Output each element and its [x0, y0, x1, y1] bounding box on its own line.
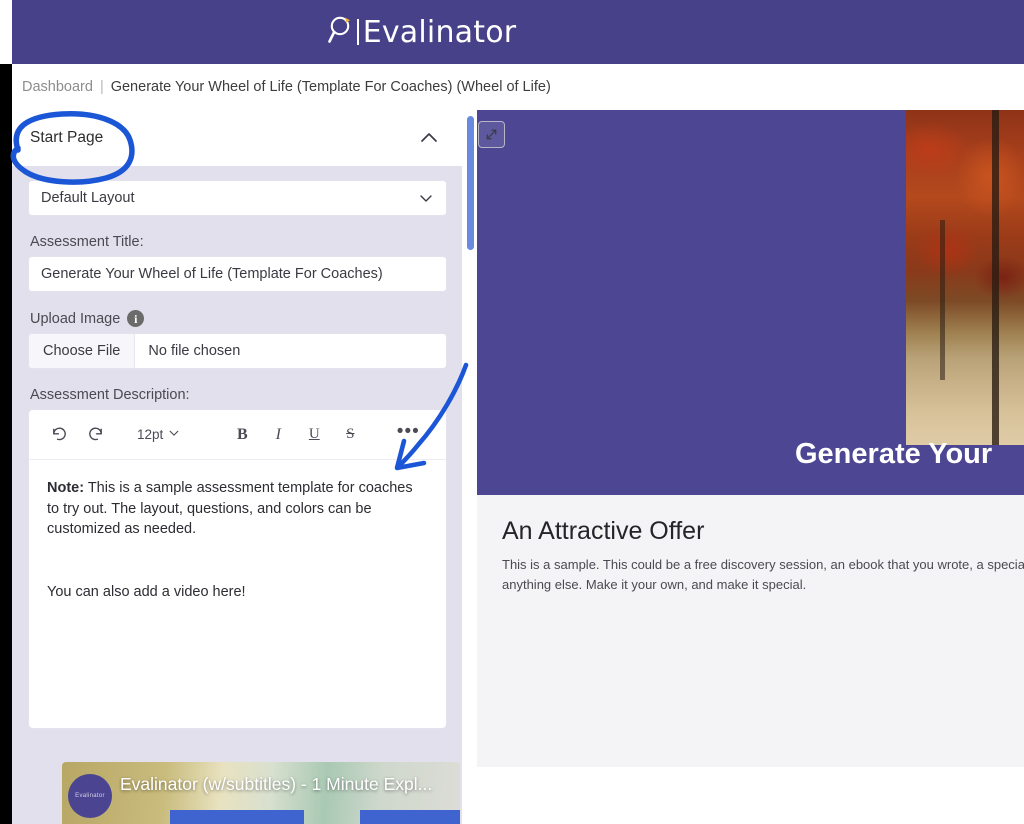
breadcrumb: Dashboard | Generate Your Wheel of Life … — [12, 64, 1024, 110]
underline-button[interactable]: U — [298, 419, 330, 451]
video-slide-bar — [360, 810, 460, 824]
preview-scrollbar-track[interactable] — [464, 110, 474, 824]
rte-content[interactable]: Note: This is a sample assessment templa… — [29, 460, 446, 602]
rte-toolbar: 12pt B I U S ••• — [29, 410, 446, 460]
breadcrumb-dashboard-link[interactable]: Dashboard — [22, 79, 93, 95]
assessment-description-label: Assessment Description: — [30, 387, 448, 403]
assessment-title-label: Assessment Title: — [30, 234, 448, 250]
italic-button[interactable]: I — [262, 419, 294, 451]
start-page-form: Default Layout Assessment Title: Generat… — [12, 166, 462, 729]
rich-text-editor: 12pt B I U S ••• Note: This is a sample … — [28, 409, 447, 729]
chevron-down-icon — [418, 190, 434, 206]
chevron-up-icon[interactable] — [418, 127, 440, 149]
preview-hero: Generate Your — [477, 110, 1024, 495]
start-page-title: Start Page — [30, 129, 104, 146]
start-page-section-header[interactable]: Start Page — [12, 110, 462, 166]
breadcrumb-separator: | — [99, 79, 104, 95]
upload-image-label-text: Upload Image — [30, 310, 121, 327]
layout-select[interactable]: Default Layout — [28, 180, 447, 216]
font-size-value: 12pt — [137, 427, 164, 442]
logo-divider — [356, 19, 359, 45]
breadcrumb-current-page: Generate Your Wheel of Life (Template Fo… — [110, 79, 551, 95]
file-status-text: No file chosen — [148, 343, 241, 359]
video-slide-bar — [170, 810, 304, 824]
more-options-button[interactable]: ••• — [392, 419, 424, 451]
assessment-title-value: Generate Your Wheel of Life (Template Fo… — [41, 266, 383, 282]
assessment-title-label-text: Assessment Title: — [30, 234, 144, 250]
video-title: Evalinator (w/subtitles) - 1 Minute Expl… — [120, 774, 433, 794]
preview-hero-title: Generate Your — [795, 438, 993, 470]
assessment-title-input[interactable]: Generate Your Wheel of Life (Template Fo… — [28, 256, 447, 292]
preview-panel: Generate Your An Attractive Offer This i… — [462, 110, 1024, 824]
rte-paragraph-1: Note: This is a sample assessment templa… — [47, 478, 426, 540]
bold-button[interactable]: B — [226, 419, 258, 451]
rte-paragraph-2: You can also add a video here! — [47, 583, 246, 600]
expand-diagonal-icon[interactable] — [478, 121, 505, 148]
preview-offer-section: An Attractive Offer This is a sample. Th… — [477, 495, 1024, 767]
autumn-forest-image — [906, 110, 1024, 445]
logo-text: Evalinator — [362, 14, 517, 50]
layout-select-value: Default Layout — [41, 190, 135, 206]
chevron-down-icon — [168, 427, 180, 442]
magnifying-glass-icon — [327, 15, 356, 49]
rte-spacer — [47, 540, 426, 582]
redo-icon[interactable] — [79, 419, 111, 451]
undo-icon[interactable] — [43, 419, 75, 451]
video-embed[interactable]: Evalinator Evalinator (w/subtitles) - 1 … — [62, 762, 460, 824]
app-root: Evalinator Dashboard | Generate Your Whe… — [0, 0, 1024, 824]
info-icon[interactable]: i — [127, 310, 145, 327]
assessment-description-label-text: Assessment Description: — [30, 387, 190, 403]
preview-offer-line-1: This is a sample. This could be a free d… — [502, 557, 1024, 572]
app-logo[interactable]: Evalinator — [327, 14, 517, 50]
note-label: Note: — [47, 480, 85, 496]
left-gutter — [0, 64, 12, 824]
choose-file-button[interactable]: Choose File — [29, 334, 136, 368]
app-header: Evalinator — [12, 0, 1024, 64]
file-upload-row: Choose File No file chosen — [28, 333, 447, 369]
video-channel-avatar: Evalinator — [68, 774, 112, 818]
editor-panel: Start Page Default Layout Assessment Tit… — [12, 110, 462, 824]
preview-scrollbar-thumb[interactable] — [467, 116, 474, 250]
font-size-dropdown[interactable]: 12pt — [129, 427, 188, 442]
strikethrough-button[interactable]: S — [334, 419, 366, 451]
preview-offer-title: An Attractive Offer — [502, 517, 705, 545]
preview-offer-line-2: anything else. Make it your own, and mak… — [502, 577, 807, 593]
upload-image-label: Upload Image i — [30, 310, 448, 327]
note-body: This is a sample assessment template for… — [47, 480, 413, 538]
preview-footer-blank — [477, 767, 1024, 824]
